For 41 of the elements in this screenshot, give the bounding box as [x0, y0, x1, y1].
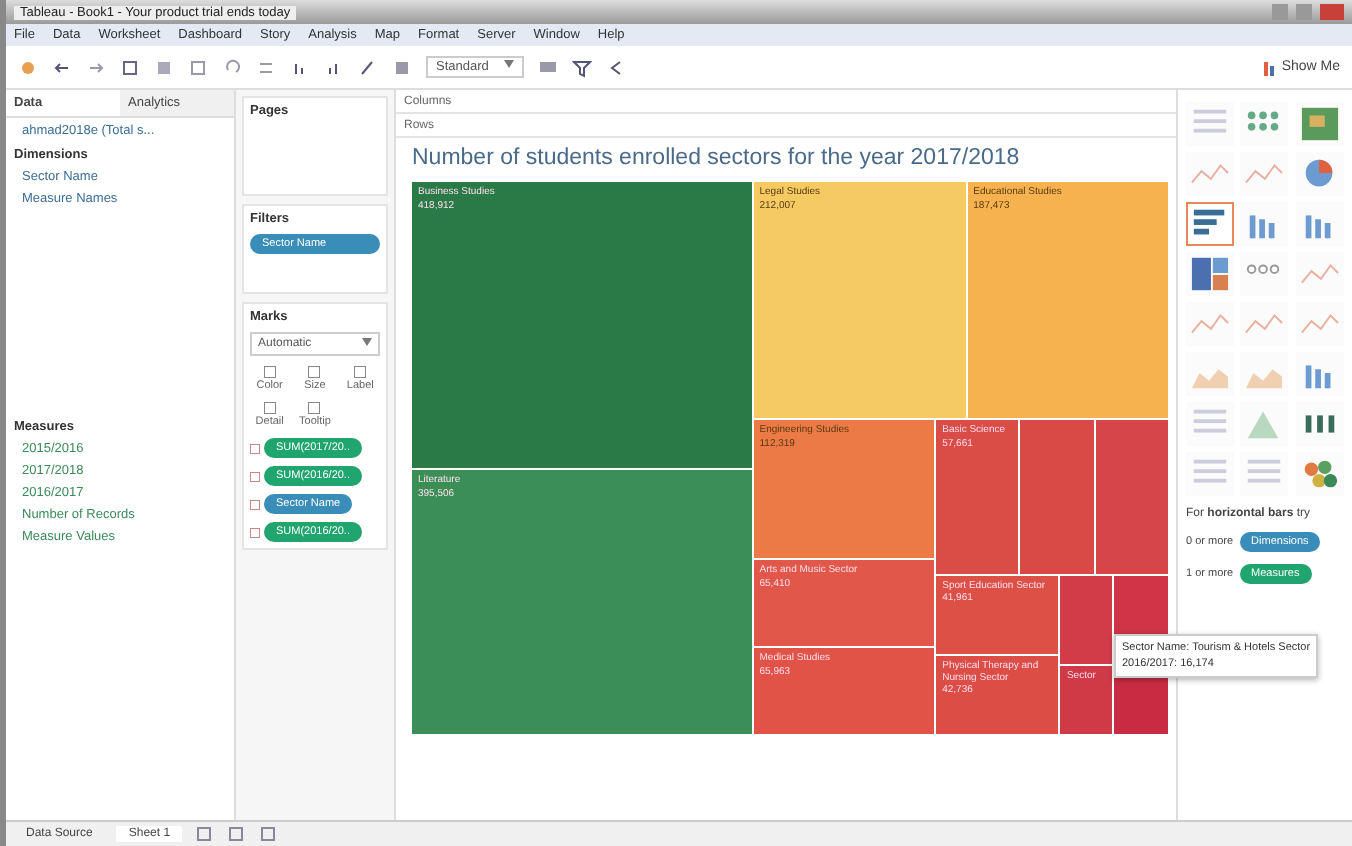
- chart-type-thumbnail[interactable]: [1186, 102, 1234, 146]
- mark-property-icon: [263, 366, 276, 378]
- chart-type-thumbnail[interactable]: [1295, 402, 1344, 446]
- mark-icon: [250, 443, 260, 453]
- mark-property-icon: [308, 402, 321, 414]
- filter-icon[interactable]: [572, 57, 593, 77]
- chart-type-thumbnail[interactable]: [1186, 152, 1234, 196]
- mark-icon: [250, 527, 260, 537]
- chart-type-thumbnail[interactable]: [1295, 102, 1344, 146]
- caret-icon: [362, 338, 372, 346]
- chart-type-thumbnail[interactable]: [1240, 302, 1289, 346]
- chart-type-thumbnail[interactable]: [1295, 352, 1344, 396]
- chart-title: Number of students enrolled sectors for the year 2017/2018: [412, 146, 1022, 170]
- mark-property-icon: [308, 366, 321, 378]
- chart-type-thumbnail[interactable]: [1295, 152, 1344, 196]
- caret-icon: [504, 60, 515, 68]
- mark-property-icon: [263, 402, 276, 414]
- chart-type-thumbnail[interactable]: [1186, 352, 1234, 396]
- back-icon[interactable]: [52, 57, 72, 77]
- chart-type-thumbnail[interactable]: [1240, 402, 1289, 446]
- mark-property-icon: [354, 366, 367, 378]
- chart-type-thumbnail[interactable]: [1186, 202, 1234, 246]
- mark-icon: [250, 471, 260, 481]
- chart-type-thumbnail[interactable]: [1240, 152, 1289, 196]
- chart-type-thumbnail[interactable]: [1295, 252, 1344, 296]
- chart-type-thumbnail[interactable]: [1240, 452, 1289, 496]
- chart-type-thumbnail[interactable]: [1186, 302, 1234, 346]
- chart-type-thumbnail[interactable]: [1186, 452, 1234, 496]
- chart-type-thumbnail[interactable]: [1186, 402, 1234, 446]
- chart-type-thumbnail[interactable]: [1240, 252, 1289, 296]
- mark-icon: [250, 499, 260, 509]
- chart-type-thumbnail[interactable]: [1240, 202, 1289, 246]
- chart-type-thumbnail[interactable]: [1295, 452, 1344, 496]
- chart-type-thumbnail[interactable]: [1295, 302, 1344, 346]
- bar-chart-icon: [1263, 59, 1276, 75]
- chart-type-thumbnail[interactable]: [1240, 352, 1289, 396]
- chart-type-thumbnail[interactable]: [1295, 202, 1344, 246]
- forward-icon[interactable]: [86, 57, 106, 77]
- chart-type-thumbnail[interactable]: [1240, 102, 1289, 146]
- undo-icon[interactable]: [222, 57, 242, 77]
- chart-type-thumbnail[interactable]: [1186, 252, 1234, 296]
